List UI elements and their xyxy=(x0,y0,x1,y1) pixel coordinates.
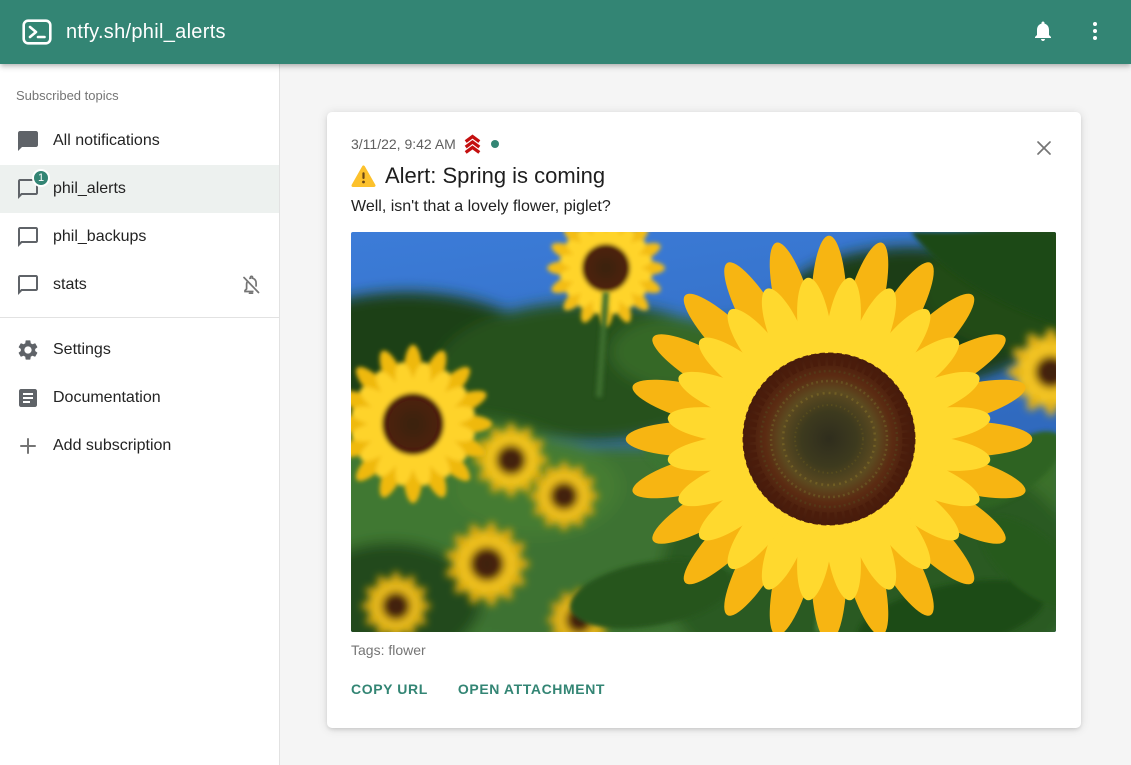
open-attachment-button[interactable]: OPEN ATTACHMENT xyxy=(458,672,605,706)
subscribed-topics-label: Subscribed topics xyxy=(0,78,279,117)
attachment-image[interactable] xyxy=(351,232,1056,632)
ntfy-terminal-logo-icon xyxy=(22,19,52,45)
notifications-muted-icon xyxy=(239,273,263,297)
sunflower xyxy=(626,236,1033,632)
chat-bubble-filled-icon xyxy=(16,129,40,153)
close-icon xyxy=(1034,138,1054,161)
sidebar-item-label: phil_alerts xyxy=(53,180,263,198)
main-content: 3/11/22, 9:42 AM xyxy=(280,64,1131,765)
sidebar-item-label: Add subscription xyxy=(53,437,263,455)
warning-triangle-emoji-icon xyxy=(351,165,376,188)
notification-body: Well, isn't that a lovely flower, piglet… xyxy=(351,197,1057,217)
notification-title-row: Alert: Spring is coming xyxy=(351,161,1057,191)
sidebar-item-label: phil_backups xyxy=(53,228,263,246)
sidebar-item-settings[interactable]: Settings xyxy=(0,326,279,374)
app-bar: ntfy.sh/phil_alerts xyxy=(0,0,1131,64)
chat-bubble-outline-icon xyxy=(16,273,40,297)
chat-bubble-outline-icon: 1 xyxy=(16,177,40,201)
sidebar: Subscribed topics All notifications 1 ph… xyxy=(0,64,280,765)
kebab-menu-icon xyxy=(1083,19,1107,46)
sidebar-item-stats[interactable]: stats xyxy=(0,261,279,309)
overflow-menu-button[interactable] xyxy=(1073,10,1117,54)
priority-high-icon xyxy=(462,134,483,155)
notification-card: 3/11/22, 9:42 AM xyxy=(327,112,1081,728)
page-title: ntfy.sh/phil_alerts xyxy=(66,21,1021,44)
unread-count-badge: 1 xyxy=(32,169,50,187)
unread-indicator-dot xyxy=(491,140,499,148)
sidebar-item-label: Documentation xyxy=(53,389,263,407)
sidebar-item-label: All notifications xyxy=(53,132,263,150)
notification-meta-row: 3/11/22, 9:42 AM xyxy=(351,134,1057,154)
bell-icon xyxy=(1031,19,1055,46)
copy-url-button[interactable]: COPY URL xyxy=(351,672,428,706)
plus-icon xyxy=(16,434,40,458)
sidebar-item-add-subscription[interactable]: Add subscription xyxy=(0,422,279,470)
document-icon xyxy=(16,386,40,410)
sidebar-item-phil-alerts[interactable]: 1 phil_alerts xyxy=(0,165,279,213)
sidebar-item-all-notifications[interactable]: All notifications xyxy=(0,117,279,165)
sidebar-item-documentation[interactable]: Documentation xyxy=(0,374,279,422)
notification-tags: Tags: flower xyxy=(351,642,1057,658)
sidebar-item-phil-backups[interactable]: phil_backups xyxy=(0,213,279,261)
notification-actions: COPY URL OPEN ATTACHMENT xyxy=(351,672,1057,706)
notification-timestamp: 3/11/22, 9:42 AM xyxy=(351,136,456,152)
sidebar-divider xyxy=(0,317,279,318)
notifications-bell-button[interactable] xyxy=(1021,10,1065,54)
chat-bubble-outline-icon xyxy=(16,225,40,249)
notification-title: Alert: Spring is coming xyxy=(385,161,605,191)
gear-icon xyxy=(16,338,40,362)
sidebar-item-label: stats xyxy=(53,276,239,294)
sidebar-item-label: Settings xyxy=(53,341,263,359)
close-notification-button[interactable] xyxy=(1031,136,1057,162)
